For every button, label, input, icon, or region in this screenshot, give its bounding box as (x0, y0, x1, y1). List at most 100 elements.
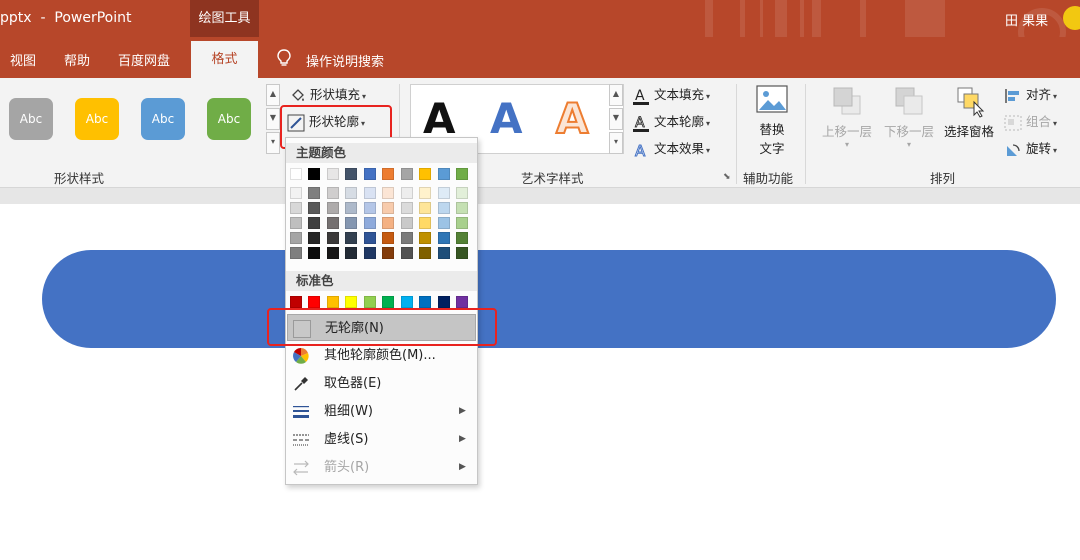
menu-item-no-outline[interactable]: 无轮廓(N) (287, 314, 476, 341)
theme-color-swatch[interactable] (308, 168, 320, 180)
theme-color-swatch[interactable] (327, 168, 339, 180)
theme-color-swatch[interactable] (290, 168, 302, 180)
theme-color-shade-swatch[interactable] (290, 202, 302, 214)
theme-color-shade-swatch[interactable] (327, 232, 339, 244)
theme-color-swatch[interactable] (456, 168, 468, 180)
menu-item-dashes[interactable]: 虚线(S) ▶ (287, 426, 476, 453)
theme-color-swatch[interactable] (345, 168, 357, 180)
theme-color-shade-swatch[interactable] (290, 187, 302, 199)
theme-color-shade-swatch[interactable] (308, 247, 320, 259)
wordart-scroll-down[interactable]: ▼ (609, 108, 623, 130)
standard-color-swatch[interactable] (401, 296, 413, 308)
theme-color-shade-swatch[interactable] (382, 202, 394, 214)
theme-color-shade-swatch[interactable] (382, 187, 394, 199)
theme-color-shade-swatch[interactable] (401, 202, 413, 214)
theme-color-shade-swatch[interactable] (327, 247, 339, 259)
theme-color-shade-swatch[interactable] (419, 217, 431, 229)
standard-color-swatch[interactable] (308, 296, 320, 308)
menu-item-eyedropper[interactable]: 取色器(E) (287, 370, 476, 397)
tab-help[interactable]: 帮助 (64, 50, 90, 69)
shape-outline-button[interactable]: 形状轮廓 ▾ (287, 111, 365, 132)
tab-view[interactable]: 视图 (10, 50, 36, 69)
theme-color-shade-swatch[interactable] (382, 232, 394, 244)
theme-color-shade-swatch[interactable] (345, 247, 357, 259)
standard-color-swatch[interactable] (327, 296, 339, 308)
menu-item-weight[interactable]: 粗细(W) ▶ (287, 398, 476, 425)
theme-color-shade-swatch[interactable] (419, 232, 431, 244)
standard-color-swatch[interactable] (419, 296, 431, 308)
theme-color-shade-swatch[interactable] (382, 247, 394, 259)
gallery-more[interactable]: ▾ (266, 132, 280, 154)
tab-baidu-netdisk[interactable]: 百度网盘 (118, 50, 170, 69)
user-name[interactable]: 田 果果 (1005, 10, 1048, 29)
shape-style-swatch[interactable]: Abc (75, 98, 119, 140)
text-outline-button[interactable]: A 文本轮廓 ▾ (632, 111, 710, 132)
theme-color-shade-swatch[interactable] (364, 232, 376, 244)
wordart-more[interactable]: ▾ (609, 132, 623, 154)
bring-forward-button[interactable]: 上移一层 ▾ (816, 84, 878, 149)
wordart-style-blue[interactable]: A (490, 94, 523, 144)
theme-color-shade-swatch[interactable] (327, 217, 339, 229)
theme-color-shade-swatch[interactable] (364, 247, 376, 259)
theme-color-shade-swatch[interactable] (438, 187, 450, 199)
text-effects-button[interactable]: A 文本效果 ▾ (632, 138, 711, 159)
theme-color-swatch[interactable] (401, 168, 413, 180)
lightbulb-icon[interactable] (276, 49, 292, 67)
theme-color-shade-swatch[interactable] (290, 232, 302, 244)
shape-fill-button[interactable]: 形状填充 ▾ (290, 84, 366, 104)
theme-color-shade-swatch[interactable] (456, 232, 468, 244)
theme-color-shade-swatch[interactable] (456, 187, 468, 199)
align-button[interactable]: 对齐 ▾ (1004, 84, 1057, 104)
tell-me-search[interactable]: 操作说明搜索 (306, 51, 384, 70)
theme-color-shade-swatch[interactable] (401, 247, 413, 259)
theme-color-shade-swatch[interactable] (290, 217, 302, 229)
theme-color-shade-swatch[interactable] (308, 187, 320, 199)
theme-color-shade-swatch[interactable] (456, 202, 468, 214)
menu-item-arrows[interactable]: 箭头(R) ▶ (287, 454, 476, 481)
theme-color-shade-swatch[interactable] (419, 247, 431, 259)
send-backward-button[interactable]: 下移一层 ▾ (878, 84, 940, 149)
theme-color-shade-swatch[interactable] (419, 202, 431, 214)
theme-color-shade-swatch[interactable] (438, 202, 450, 214)
theme-color-shade-swatch[interactable] (327, 202, 339, 214)
theme-color-shade-swatch[interactable] (345, 202, 357, 214)
avatar[interactable] (1063, 6, 1080, 30)
theme-color-shade-swatch[interactable] (308, 202, 320, 214)
theme-color-swatch[interactable] (382, 168, 394, 180)
theme-color-shade-swatch[interactable] (345, 187, 357, 199)
theme-color-shade-swatch[interactable] (456, 247, 468, 259)
menu-item-more-outline-colors[interactable]: 其他轮廓颜色(M)... (287, 342, 476, 369)
dialog-launcher-icon[interactable]: ⬊ (723, 172, 731, 182)
theme-color-shade-swatch[interactable] (419, 187, 431, 199)
theme-color-shade-swatch[interactable] (364, 202, 376, 214)
theme-color-shade-swatch[interactable] (327, 187, 339, 199)
theme-color-shade-swatch[interactable] (345, 217, 357, 229)
theme-color-shade-swatch[interactable] (290, 247, 302, 259)
theme-color-shade-swatch[interactable] (401, 217, 413, 229)
standard-color-swatch[interactable] (438, 296, 450, 308)
wordart-style-orange-outline[interactable]: A (555, 93, 589, 144)
standard-color-swatch[interactable] (290, 296, 302, 308)
gallery-scroll-up[interactable]: ▲ (266, 84, 280, 106)
standard-color-swatch[interactable] (364, 296, 376, 308)
theme-color-shade-swatch[interactable] (438, 217, 450, 229)
theme-color-shade-swatch[interactable] (382, 217, 394, 229)
shape-style-swatch[interactable]: Abc (9, 98, 53, 140)
theme-color-shade-swatch[interactable] (345, 232, 357, 244)
wordart-scroll-up[interactable]: ▲ (609, 84, 623, 106)
standard-color-swatch[interactable] (456, 296, 468, 308)
selection-pane-button[interactable]: 选择窗格 (940, 84, 998, 140)
theme-color-swatch[interactable] (364, 168, 376, 180)
theme-color-shade-swatch[interactable] (438, 247, 450, 259)
theme-color-shade-swatch[interactable] (438, 232, 450, 244)
theme-color-swatch[interactable] (419, 168, 431, 180)
gallery-scroll-down[interactable]: ▼ (266, 108, 280, 130)
theme-color-shade-swatch[interactable] (308, 232, 320, 244)
alt-text-button[interactable]: 替换 文字 (748, 84, 796, 157)
theme-color-swatch[interactable] (438, 168, 450, 180)
rounded-rectangle-shape[interactable] (42, 250, 1056, 348)
theme-color-shade-swatch[interactable] (456, 217, 468, 229)
theme-color-shade-swatch[interactable] (401, 232, 413, 244)
theme-color-shade-swatch[interactable] (364, 187, 376, 199)
standard-color-swatch[interactable] (382, 296, 394, 308)
